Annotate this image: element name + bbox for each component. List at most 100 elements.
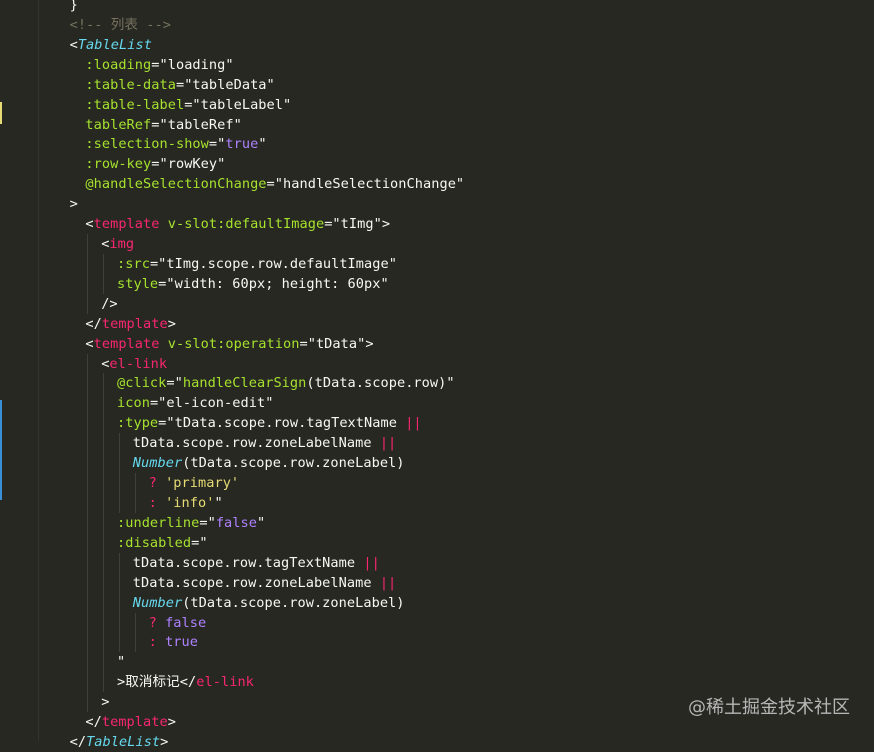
code-token: : xyxy=(148,495,166,511)
code-line: </TableList> xyxy=(70,732,169,752)
code-token: v-slot:operation xyxy=(159,335,300,352)
code-token: false xyxy=(165,614,207,631)
code-token: Number xyxy=(132,594,183,611)
code-token: ="tImg"> xyxy=(324,216,391,233)
code-token: tData.scope.row.zoneLabelName xyxy=(132,574,380,591)
code-token: =" xyxy=(208,136,226,153)
code-line: : 'info'" xyxy=(149,493,223,513)
code-token: || xyxy=(379,435,397,452)
indent-guide xyxy=(134,473,136,513)
code-token: > xyxy=(69,196,78,213)
code-token: icon xyxy=(117,395,150,412)
code-token: :disabled xyxy=(117,534,192,551)
code-token: >取消标记</ xyxy=(117,674,197,691)
code-token: :table-data xyxy=(85,76,176,93)
code-token: :selection-show xyxy=(85,136,209,153)
code-token: @handleSelectionChange xyxy=(85,176,267,193)
code-line: >取消标记</el-link xyxy=(117,672,254,692)
code-token: false xyxy=(215,514,257,531)
code-token: 'info' xyxy=(165,495,215,511)
code-line: } xyxy=(70,0,78,15)
code-line: ? false xyxy=(149,613,207,633)
code-line: <template v-slot:defaultImage="tImg"> xyxy=(85,214,390,234)
code-token: " xyxy=(117,654,126,671)
code-line: </template> xyxy=(85,712,176,732)
code-line: :type="tData.scope.row.tagTextName || xyxy=(117,413,422,433)
code-token: img xyxy=(109,236,135,253)
code-token: (tData.scope.row)" xyxy=(306,375,455,392)
code-line: > xyxy=(70,194,78,214)
code-token: template xyxy=(93,216,160,233)
code-token: =" xyxy=(199,514,216,531)
code-token: handleClearSign xyxy=(182,375,307,392)
code-token: </ xyxy=(69,734,87,751)
code-token: @click xyxy=(117,375,167,392)
code-editor[interactable]: } <!-- 列表 --> <TableList:loading="loading"… xyxy=(0,0,874,750)
code-token: tableRef xyxy=(85,116,152,133)
code-line: :table-label="tableLabel" xyxy=(85,95,291,115)
code-token: true xyxy=(165,634,198,651)
code-token: ="tData"> xyxy=(299,335,374,352)
code-line: :disabled=" xyxy=(117,533,208,553)
indent-guide xyxy=(103,373,105,693)
code-token: > xyxy=(101,694,110,711)
code-token: TableList xyxy=(86,734,161,751)
indent-guide xyxy=(103,253,105,294)
code-token: ="tableLabel" xyxy=(184,96,292,113)
code-token: </ xyxy=(85,714,102,731)
code-line: </template> xyxy=(85,314,176,334)
indent-guide xyxy=(119,433,120,513)
code-line: " xyxy=(117,652,125,672)
code-line: @click="handleClearSign(tData.scope.row)… xyxy=(117,373,455,393)
code-token: < xyxy=(85,335,94,352)
code-token: el-link xyxy=(196,674,254,691)
indent-guide xyxy=(87,353,89,713)
code-token: : xyxy=(148,634,166,651)
code-token: :loading xyxy=(85,56,152,73)
code-token: ="handleSelectionChange" xyxy=(266,176,465,193)
code-token: || xyxy=(405,415,422,432)
code-line: <!-- 列表 --> xyxy=(70,15,171,35)
indent-guide xyxy=(134,612,136,653)
code-token: < xyxy=(85,216,94,233)
code-token: =" xyxy=(166,375,183,392)
code-line: <img xyxy=(101,234,134,254)
code-token: tData.scope.row.zoneLabelName xyxy=(132,435,380,452)
code-token: TableList xyxy=(77,36,152,53)
code-token: Number xyxy=(132,455,183,472)
code-line: /> xyxy=(101,294,117,314)
code-token: } xyxy=(69,0,78,13)
code-line: :loading="loading" xyxy=(85,55,233,75)
code-token: " xyxy=(256,514,266,531)
code-token: ="tableRef" xyxy=(151,116,242,133)
code-token: template xyxy=(93,335,160,352)
code-token: ="tData.scope.row.tagTextName xyxy=(158,415,406,432)
code-token: > xyxy=(167,315,176,332)
code-token: tData.scope.row.tagTextName xyxy=(132,554,364,571)
code-line: tData.scope.row.zoneLabelName || xyxy=(133,573,397,593)
code-token: ? xyxy=(148,475,166,492)
code-token: :src xyxy=(117,255,150,272)
code-line: @handleSelectionChange="handleSelectionC… xyxy=(85,174,464,194)
code-token: </ xyxy=(85,315,102,332)
code-line: <TableList xyxy=(70,35,152,55)
code-token: || xyxy=(363,554,380,571)
code-token: :type xyxy=(117,415,159,432)
code-token: ="width: 60px; height: 60px" xyxy=(158,275,389,292)
code-line: :table-data="tableData" xyxy=(85,75,274,95)
code-line: tData.scope.row.zoneLabelName || xyxy=(133,433,397,453)
code-line: style="width: 60px; height: 60px" xyxy=(117,274,389,294)
code-token: true xyxy=(225,136,259,153)
code-line: <template v-slot:operation="tData"> xyxy=(85,334,373,354)
code-token: :underline xyxy=(117,514,200,531)
code-line: :selection-show="true" xyxy=(85,134,266,154)
indent-guide xyxy=(87,234,89,314)
code-token: :row-key xyxy=(85,156,152,173)
code-line: Number(tData.scope.row.zoneLabel) xyxy=(133,453,405,473)
code-line: ? 'primary' xyxy=(149,473,240,493)
code-token: ="tableData" xyxy=(175,76,275,93)
code-token: ="el-icon-edit" xyxy=(149,395,274,412)
code-token: /> xyxy=(101,295,118,312)
code-line: tableRef="tableRef" xyxy=(85,115,241,135)
code-token: style xyxy=(117,275,159,292)
